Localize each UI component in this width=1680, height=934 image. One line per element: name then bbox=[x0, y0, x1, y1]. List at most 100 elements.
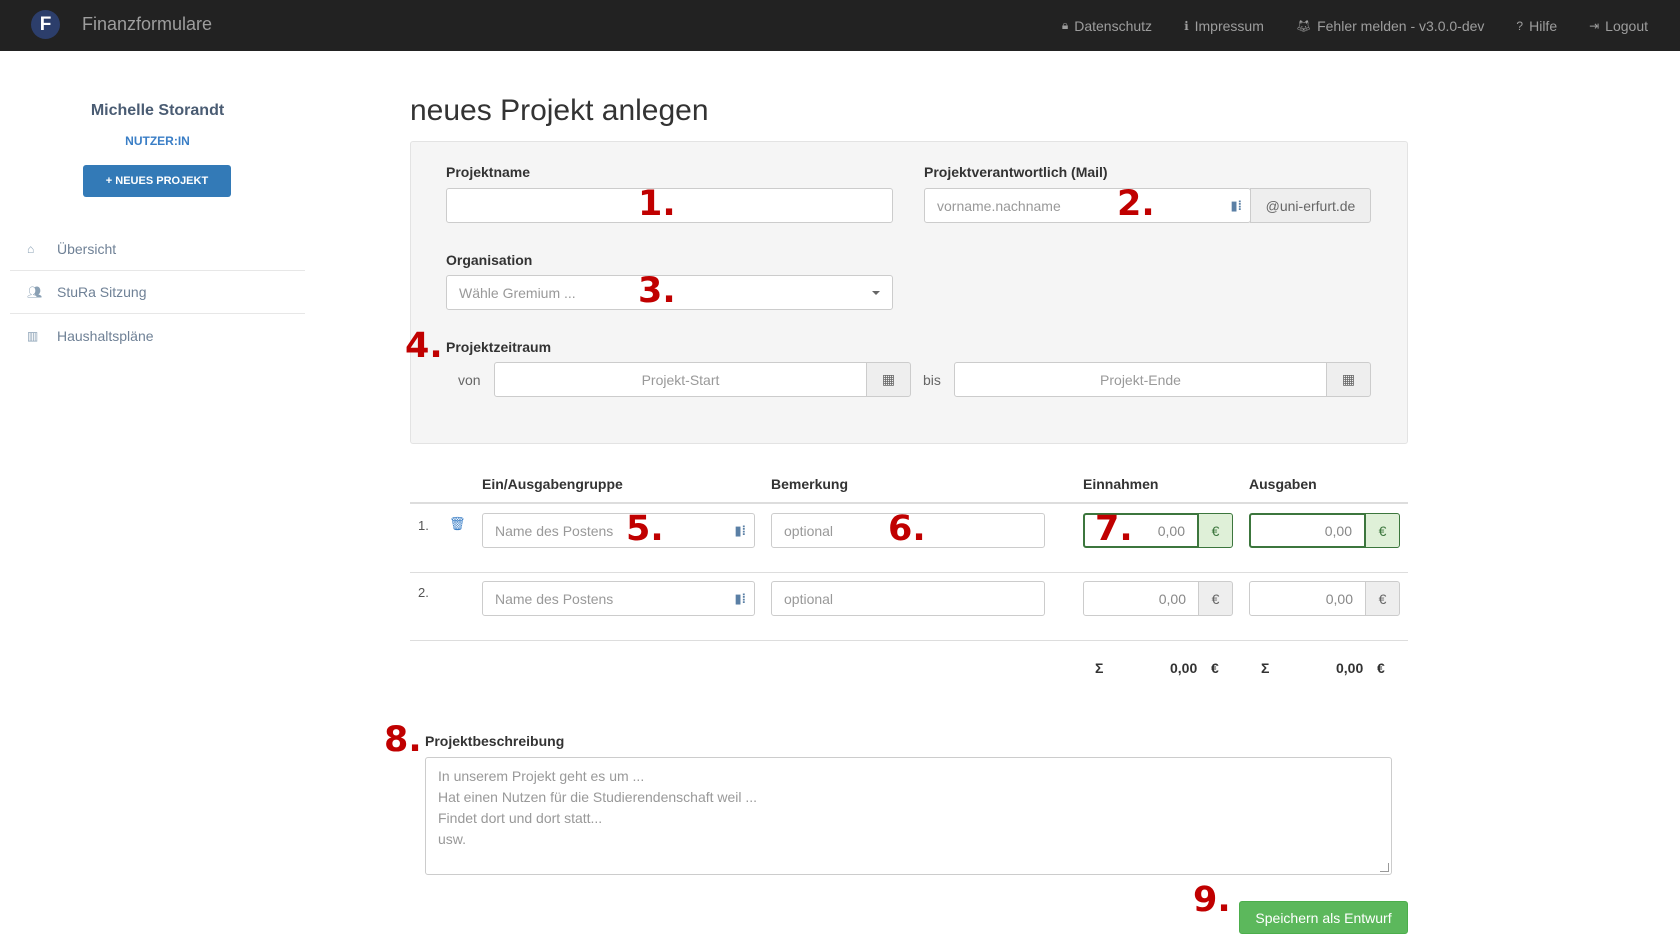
sidebar-item-label: Übersicht bbox=[57, 241, 117, 257]
annotation-7: 7. bbox=[1095, 509, 1133, 549]
euro-addon: € bbox=[1198, 513, 1233, 548]
app-logo-icon[interactable]: F bbox=[31, 10, 60, 39]
project-start-placeholder: Projekt-Start bbox=[641, 371, 720, 388]
item-remark-placeholder: optional bbox=[784, 522, 834, 539]
nav-help-link[interactable]: ? Hilfe bbox=[1516, 18, 1557, 34]
keyboard-icon: ▮⁞ bbox=[734, 523, 746, 538]
resize-handle-icon[interactable] bbox=[1380, 863, 1389, 872]
nav-logout-label: Logout bbox=[1605, 17, 1648, 34]
chevron-down-icon bbox=[872, 291, 880, 295]
income-total-currency: € bbox=[1211, 660, 1219, 676]
lock-icon: 🔒︎ bbox=[1061, 18, 1069, 32]
top-navbar: F Finanzformulare 🔒︎ Datenschutz ℹ Impre… bbox=[0, 0, 1680, 51]
description-label: Projektbeschreibung bbox=[425, 733, 565, 749]
income-sum-symbol: Σ bbox=[1095, 660, 1104, 676]
description-textarea[interactable]: In unserem Projekt geht es um ... Hat ei… bbox=[425, 757, 1392, 875]
item-name-input[interactable]: Name des Postens ▮⁞ bbox=[482, 513, 755, 548]
euro-addon: € bbox=[1365, 513, 1400, 548]
description-placeholder-line: Findet dort und dort statt... bbox=[438, 810, 603, 826]
sidebar-item-uebersicht[interactable]: ⌂ Übersicht bbox=[10, 228, 305, 271]
expenses-sum-symbol: Σ bbox=[1261, 660, 1270, 676]
page-title: neues Projekt anlegen bbox=[410, 94, 709, 127]
description-placeholder-line: Hat einen Nutzen für die Studierendensch… bbox=[438, 789, 758, 805]
expenses-total: 0,00 bbox=[1336, 660, 1364, 676]
nav-datenschutz-link[interactable]: 🔒︎ Datenschutz bbox=[1062, 18, 1152, 34]
nav-report-bug-link[interactable]: 🦊︎ Fehler melden - v3.0.0-dev bbox=[1296, 18, 1485, 34]
item-name-input[interactable]: Name des Postens ▮⁞ bbox=[482, 581, 755, 616]
row-divider bbox=[410, 572, 1408, 573]
item-remark-placeholder: optional bbox=[784, 590, 834, 607]
organisation-label: Organisation bbox=[446, 252, 533, 268]
period-label: Projektzeitraum bbox=[446, 339, 552, 355]
responsible-label: Projektverantwortlich (Mail) bbox=[924, 164, 1108, 180]
bar-chart-icon: ▥ bbox=[27, 328, 39, 343]
item-expenses-input[interactable]: 0,00 bbox=[1249, 581, 1366, 616]
to-label: bis bbox=[923, 372, 941, 388]
gitlab-icon: 🦊︎ bbox=[1295, 18, 1312, 33]
sidebar-item-label: StuRa Sitzung bbox=[57, 284, 147, 300]
calendar-icon[interactable]: ▦ bbox=[1326, 362, 1371, 397]
item-name-placeholder: Name des Postens bbox=[495, 522, 614, 539]
sidebar-item-stura-sitzung[interactable]: 👥︎ StuRa Sitzung bbox=[10, 271, 305, 314]
annotation-9: 9. bbox=[1193, 880, 1231, 920]
keyboard-icon: ▮⁞ bbox=[734, 591, 746, 606]
item-expenses-input[interactable]: 0,00 bbox=[1249, 513, 1366, 548]
sidebar-menu: ⌂ Übersicht 👥︎ StuRa Sitzung ▥ Haushalts… bbox=[10, 228, 305, 357]
row-index: 1. bbox=[418, 518, 429, 533]
calendar-icon[interactable]: ▦ bbox=[866, 362, 911, 397]
project-end-input[interactable]: Projekt-Ende bbox=[954, 362, 1327, 397]
responsible-placeholder: vorname.nachname bbox=[937, 197, 1061, 214]
top-nav-links: 🔒︎ Datenschutz ℹ Impressum 🦊︎ Fehler mel… bbox=[1062, 0, 1680, 51]
app-title[interactable]: Finanzformulare bbox=[82, 14, 212, 35]
annotation-4: 4. bbox=[405, 326, 443, 366]
logout-icon: ⇥ bbox=[1589, 18, 1600, 33]
description-placeholder-line: usw. bbox=[438, 831, 467, 847]
trash-icon[interactable]: 🗑︎ bbox=[449, 516, 466, 532]
table-header-divider bbox=[410, 502, 1408, 504]
nav-datenschutz-label: Datenschutz bbox=[1074, 17, 1153, 34]
info-icon: ℹ bbox=[1184, 18, 1189, 33]
nav-impressum-label: Impressum bbox=[1194, 17, 1264, 34]
project-end-placeholder: Projekt-Ende bbox=[1100, 371, 1181, 388]
annotation-8: 8. bbox=[384, 720, 422, 760]
item-name-placeholder: Name des Postens bbox=[495, 590, 614, 607]
annotation-5: 5. bbox=[626, 509, 664, 549]
annotation-6: 6. bbox=[888, 509, 926, 549]
item-remark-input[interactable]: optional bbox=[771, 581, 1045, 616]
organisation-placeholder: Wähle Gremium ... bbox=[459, 284, 576, 301]
user-name: Michelle Storandt bbox=[90, 102, 225, 119]
responsible-email-input[interactable]: vorname.nachname ▮⁞ bbox=[924, 188, 1251, 223]
keyboard-icon: ▮⁞ bbox=[1230, 198, 1242, 213]
email-domain-addon: @uni-erfurt.de bbox=[1250, 188, 1371, 223]
euro-addon: € bbox=[1198, 581, 1233, 616]
sidebar-item-haushaltsplaene[interactable]: ▥ Haushaltspläne bbox=[10, 314, 305, 357]
col-header-remark: Bemerkung bbox=[771, 476, 849, 492]
item-income-input[interactable]: 0,00 bbox=[1083, 581, 1199, 616]
project-name-label: Projektname bbox=[446, 164, 531, 180]
save-draft-button[interactable]: Speichern als Entwurf bbox=[1239, 901, 1408, 934]
expenses-total-currency: € bbox=[1377, 660, 1385, 676]
sidebar-item-label: Haushaltspläne bbox=[57, 327, 154, 344]
from-label: von bbox=[458, 372, 481, 388]
col-header-group: Ein/Ausgabengruppe bbox=[482, 476, 623, 492]
nav-logout-link[interactable]: ⇥ Logout bbox=[1589, 18, 1648, 34]
nav-report-bug-label: Fehler melden - v3.0.0-dev bbox=[1317, 17, 1485, 34]
new-project-button[interactable]: + NEUES PROJEKT bbox=[83, 165, 231, 197]
project-start-input[interactable]: Projekt-Start bbox=[494, 362, 867, 397]
row-divider bbox=[410, 640, 1408, 641]
nav-help-label: Hilfe bbox=[1529, 17, 1558, 34]
col-header-income: Einnahmen bbox=[1083, 476, 1159, 492]
home-icon: ⌂ bbox=[27, 242, 35, 256]
euro-addon: € bbox=[1365, 581, 1400, 616]
description-placeholder-line: In unserem Projekt geht es um ... bbox=[438, 768, 645, 784]
col-header-expenses: Ausgaben bbox=[1249, 476, 1317, 492]
user-role: NUTZER:IN bbox=[125, 134, 190, 148]
question-icon: ? bbox=[1516, 18, 1524, 33]
annotation-2: 2. bbox=[1117, 184, 1155, 224]
nav-impressum-link[interactable]: ℹ Impressum bbox=[1184, 18, 1264, 34]
users-icon: 👥︎ bbox=[27, 285, 43, 299]
annotation-3: 3. bbox=[638, 271, 676, 311]
annotation-1: 1. bbox=[638, 184, 676, 224]
row-index: 2. bbox=[418, 585, 429, 600]
income-total: 0,00 bbox=[1170, 660, 1198, 676]
